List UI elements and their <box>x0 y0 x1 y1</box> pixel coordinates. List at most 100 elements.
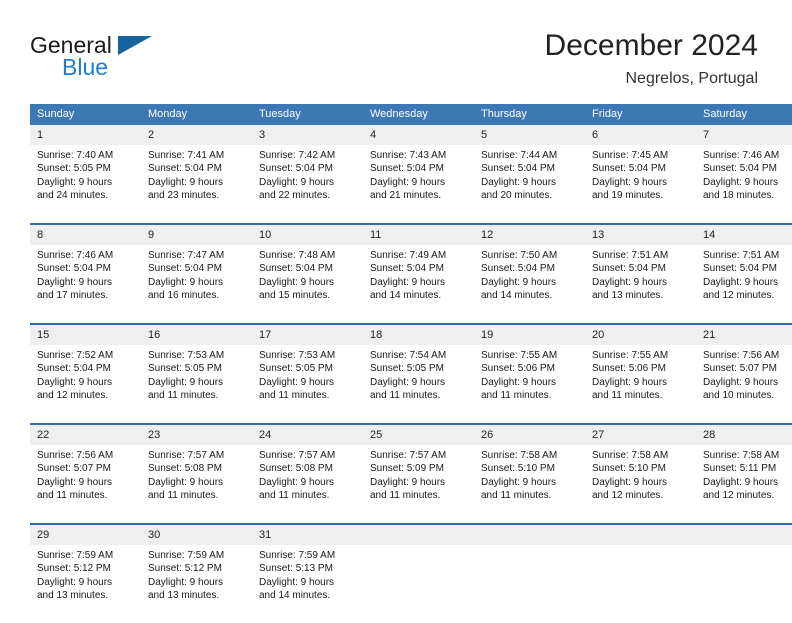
day-number[interactable]: 23 <box>141 423 252 445</box>
sunset-line: Sunset: 5:12 PM <box>37 563 111 575</box>
sunrise-line: Sunrise: 7:52 AM <box>37 350 114 361</box>
daylight-line-2: and 14 minutes. <box>370 290 442 302</box>
day-number[interactable]: 14 <box>696 223 792 245</box>
day-cell[interactable]: Sunrise: 7:42 AM Sunset: 5:04 PM Dayligh… <box>252 145 363 224</box>
day-cell[interactable]: Sunrise: 7:55 AM Sunset: 5:06 PM Dayligh… <box>585 345 696 424</box>
day-cell[interactable]: Sunrise: 7:41 AM Sunset: 5:04 PM Dayligh… <box>141 145 252 224</box>
day-cell[interactable]: Sunrise: 7:53 AM Sunset: 5:05 PM Dayligh… <box>141 345 252 424</box>
day-cell[interactable]: Sunrise: 7:48 AM Sunset: 5:04 PM Dayligh… <box>252 245 363 324</box>
day-cell[interactable]: Sunrise: 7:57 AM Sunset: 5:08 PM Dayligh… <box>141 445 252 524</box>
daylight-line-2: and 20 minutes. <box>481 190 553 202</box>
weekday-header-tuesday: Tuesday <box>252 104 363 125</box>
sunset-line: Sunset: 5:13 PM <box>259 563 333 575</box>
day-cell-empty <box>585 545 696 623</box>
day-number[interactable]: 11 <box>363 223 474 245</box>
day-cell[interactable]: Sunrise: 7:46 AM Sunset: 5:04 PM Dayligh… <box>696 145 792 224</box>
day-info-row: Sunrise: 7:46 AM Sunset: 5:04 PM Dayligh… <box>30 245 792 324</box>
day-number[interactable]: 15 <box>30 323 141 345</box>
day-number[interactable]: 28 <box>696 423 792 445</box>
day-number[interactable]: 3 <box>252 125 363 145</box>
daylight-line-1: Daylight: 9 hours <box>259 476 335 488</box>
day-cell[interactable]: Sunrise: 7:44 AM Sunset: 5:04 PM Dayligh… <box>474 145 585 224</box>
sunrise-line: Sunrise: 7:59 AM <box>37 550 114 561</box>
day-cell[interactable]: Sunrise: 7:51 AM Sunset: 5:04 PM Dayligh… <box>696 245 792 324</box>
page-title: December 2024 <box>544 29 758 62</box>
day-cell[interactable]: Sunrise: 7:43 AM Sunset: 5:04 PM Dayligh… <box>363 145 474 224</box>
day-number[interactable]: 20 <box>585 323 696 345</box>
sunset-line: Sunset: 5:04 PM <box>148 263 222 275</box>
day-cell[interactable]: Sunrise: 7:55 AM Sunset: 5:06 PM Dayligh… <box>474 345 585 424</box>
weekday-header-row: Sunday Monday Tuesday Wednesday Thursday… <box>30 104 792 125</box>
day-number[interactable]: 5 <box>474 125 585 145</box>
daylight-line-1: Daylight: 9 hours <box>592 376 668 388</box>
day-number[interactable]: 17 <box>252 323 363 345</box>
day-number[interactable]: 25 <box>363 423 474 445</box>
day-number[interactable]: 16 <box>141 323 252 345</box>
calendar-grid: Sunday Monday Tuesday Wednesday Thursday… <box>30 104 792 623</box>
day-cell[interactable]: Sunrise: 7:50 AM Sunset: 5:04 PM Dayligh… <box>474 245 585 324</box>
page-subtitle-location: Negrelos, Portugal <box>625 70 758 87</box>
sunrise-line: Sunrise: 7:46 AM <box>37 250 114 261</box>
sunrise-line: Sunrise: 7:56 AM <box>703 350 780 361</box>
daylight-line-1: Daylight: 9 hours <box>259 376 335 388</box>
day-cell[interactable]: Sunrise: 7:58 AM Sunset: 5:10 PM Dayligh… <box>585 445 696 524</box>
day-cell[interactable]: Sunrise: 7:59 AM Sunset: 5:12 PM Dayligh… <box>141 545 252 623</box>
day-cell[interactable]: Sunrise: 7:46 AM Sunset: 5:04 PM Dayligh… <box>30 245 141 324</box>
day-cell[interactable]: Sunrise: 7:58 AM Sunset: 5:11 PM Dayligh… <box>696 445 792 524</box>
daylight-line-1: Daylight: 9 hours <box>703 276 779 288</box>
day-number[interactable]: 24 <box>252 423 363 445</box>
day-cell[interactable]: Sunrise: 7:56 AM Sunset: 5:07 PM Dayligh… <box>696 345 792 424</box>
sunrise-line: Sunrise: 7:58 AM <box>592 450 669 461</box>
sunrise-line: Sunrise: 7:40 AM <box>37 150 114 161</box>
daylight-line-2: and 11 minutes. <box>148 390 219 402</box>
daylight-line-1: Daylight: 9 hours <box>148 176 224 188</box>
day-cell[interactable]: Sunrise: 7:40 AM Sunset: 5:05 PM Dayligh… <box>30 145 141 224</box>
sunrise-line: Sunrise: 7:45 AM <box>592 150 669 161</box>
day-cell-empty <box>696 545 792 623</box>
day-number[interactable]: 30 <box>141 523 252 545</box>
day-cell[interactable]: Sunrise: 7:49 AM Sunset: 5:04 PM Dayligh… <box>363 245 474 324</box>
day-number[interactable]: 7 <box>696 125 792 145</box>
day-number[interactable]: 8 <box>30 223 141 245</box>
weekday-header-wednesday: Wednesday <box>363 104 474 125</box>
day-number[interactable]: 12 <box>474 223 585 245</box>
day-cell[interactable]: Sunrise: 7:57 AM Sunset: 5:09 PM Dayligh… <box>363 445 474 524</box>
daylight-line-1: Daylight: 9 hours <box>37 376 113 388</box>
day-number[interactable]: 6 <box>585 125 696 145</box>
daylight-line-1: Daylight: 9 hours <box>370 176 446 188</box>
day-cell[interactable]: Sunrise: 7:59 AM Sunset: 5:13 PM Dayligh… <box>252 545 363 623</box>
daynum-row: 29 30 31 <box>30 523 792 545</box>
day-number[interactable]: 26 <box>474 423 585 445</box>
day-cell[interactable]: Sunrise: 7:53 AM Sunset: 5:05 PM Dayligh… <box>252 345 363 424</box>
day-cell[interactable]: Sunrise: 7:47 AM Sunset: 5:04 PM Dayligh… <box>141 245 252 324</box>
day-number[interactable]: 1 <box>30 125 141 145</box>
day-cell[interactable]: Sunrise: 7:57 AM Sunset: 5:08 PM Dayligh… <box>252 445 363 524</box>
day-cell[interactable]: Sunrise: 7:45 AM Sunset: 5:04 PM Dayligh… <box>585 145 696 224</box>
day-cell[interactable]: Sunrise: 7:51 AM Sunset: 5:04 PM Dayligh… <box>585 245 696 324</box>
day-number[interactable]: 22 <box>30 423 141 445</box>
day-number[interactable]: 9 <box>141 223 252 245</box>
sunrise-line: Sunrise: 7:56 AM <box>37 450 114 461</box>
daylight-line-2: and 19 minutes. <box>592 190 664 202</box>
daylight-line-1: Daylight: 9 hours <box>481 176 557 188</box>
day-number[interactable]: 31 <box>252 523 363 545</box>
day-cell[interactable]: Sunrise: 7:52 AM Sunset: 5:04 PM Dayligh… <box>30 345 141 424</box>
day-number[interactable]: 29 <box>30 523 141 545</box>
sunset-line: Sunset: 5:08 PM <box>148 463 222 475</box>
day-cell[interactable]: Sunrise: 7:59 AM Sunset: 5:12 PM Dayligh… <box>30 545 141 623</box>
day-cell[interactable]: Sunrise: 7:54 AM Sunset: 5:05 PM Dayligh… <box>363 345 474 424</box>
daylight-line-2: and 11 minutes. <box>370 490 441 502</box>
day-cell[interactable]: Sunrise: 7:56 AM Sunset: 5:07 PM Dayligh… <box>30 445 141 524</box>
day-number[interactable]: 2 <box>141 125 252 145</box>
day-number[interactable]: 4 <box>363 125 474 145</box>
daylight-line-2: and 14 minutes. <box>481 290 553 302</box>
day-cell[interactable]: Sunrise: 7:58 AM Sunset: 5:10 PM Dayligh… <box>474 445 585 524</box>
day-number[interactable]: 10 <box>252 223 363 245</box>
day-number[interactable]: 21 <box>696 323 792 345</box>
brand-logo[interactable]: General Blue <box>30 32 260 88</box>
day-number[interactable]: 27 <box>585 423 696 445</box>
day-number[interactable]: 19 <box>474 323 585 345</box>
day-number[interactable]: 18 <box>363 323 474 345</box>
day-number[interactable]: 13 <box>585 223 696 245</box>
sunrise-line: Sunrise: 7:42 AM <box>259 150 336 161</box>
